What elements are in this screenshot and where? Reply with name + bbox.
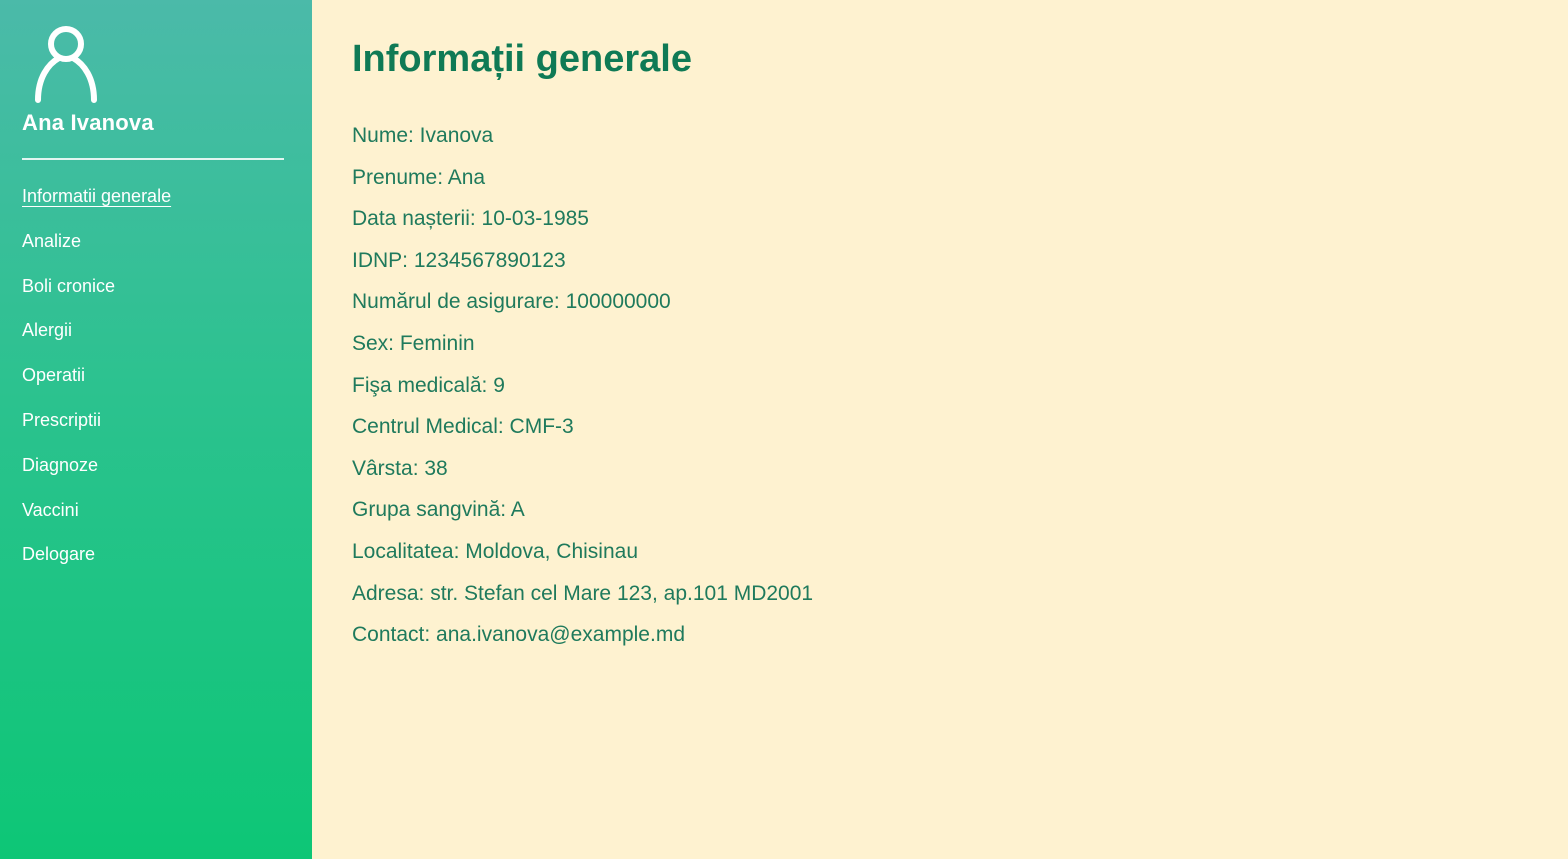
info-nume: Nume: Ivanova (352, 124, 494, 147)
sidebar-item-diagnoze: Diagnoze (22, 453, 284, 498)
user-name: Ana Ivanova (22, 110, 154, 135)
info-varsta: Vârsta: 38 (352, 456, 448, 480)
info-idnp: IDNP: 1234567890123 (352, 248, 566, 272)
sidebar-item-informatii-generale: Informatii generale (22, 184, 284, 229)
sidebar-item-alergii: Alergii (22, 318, 284, 363)
info-localitatea: Localitatea: Moldova, Chisinau (352, 539, 639, 563)
info-adresa: Adresa: str. Stefan cel Mare 123, ap.101… (352, 581, 814, 605)
main-content: Informații generale Nume: Ivanova Prenum… (312, 0, 1568, 859)
sidebar-item-analize: Analize (22, 229, 284, 274)
info-centrul-medical: Centrul Medical: CMF-3 (352, 415, 574, 439)
sidebar-nav: Informatii generale Analize Boli cronice… (22, 184, 284, 587)
sidebar-link-vaccini[interactable]: Vaccini (22, 500, 79, 520)
info-data-nasterii: Data nașterii: 10-03-1985 (352, 207, 589, 231)
info-numar-asigurare: Numărul de asigurare: 100000000 (352, 290, 671, 314)
app-window: Ana Ivanova Informatii generale Analize … (0, 0, 1568, 859)
sidebar-link-alergii[interactable]: Alergii (22, 320, 72, 340)
sidebar-item-vaccini: Vaccini (22, 498, 284, 543)
info-contact: Contact: ana.ivanova@example.md (352, 623, 685, 647)
sidebar-link-diagnoze[interactable]: Diagnoze (22, 455, 98, 475)
info-grupa-sangvina: Grupa sangvină: A (352, 498, 525, 522)
sidebar-link-boli-cronice[interactable]: Boli cronice (22, 276, 115, 296)
sidebar-item-prescriptii: Prescriptii (22, 408, 284, 453)
sidebar-link-analize[interactable]: Analize (22, 231, 81, 251)
sidebar-link-operatii[interactable]: Operatii (22, 365, 85, 385)
sidebar-link-informatii-generale[interactable]: Informatii generale (22, 186, 171, 206)
sidebar-item-boli-cronice: Boli cronice (22, 274, 284, 319)
sidebar-item-delogare: Delogare (22, 542, 284, 587)
general-info-list: Nume: Ivanova Prenume: Ana Data nașterii… (352, 122, 1528, 663)
page-title: Informații generale (352, 38, 692, 80)
sidebar-link-prescriptii[interactable]: Prescriptii (22, 410, 101, 430)
sidebar-divider (22, 158, 284, 160)
info-prenume: Prenume: Ana (352, 165, 486, 189)
sidebar-link-delogare[interactable]: Delogare (22, 544, 95, 564)
info-fisa-medicala: Fişa medicală: 9 (352, 373, 505, 397)
user-icon (35, 26, 97, 103)
info-sex: Sex: Feminin (352, 331, 475, 355)
sidebar: Ana Ivanova Informatii generale Analize … (0, 0, 312, 859)
sidebar-item-operatii: Operatii (22, 363, 284, 408)
